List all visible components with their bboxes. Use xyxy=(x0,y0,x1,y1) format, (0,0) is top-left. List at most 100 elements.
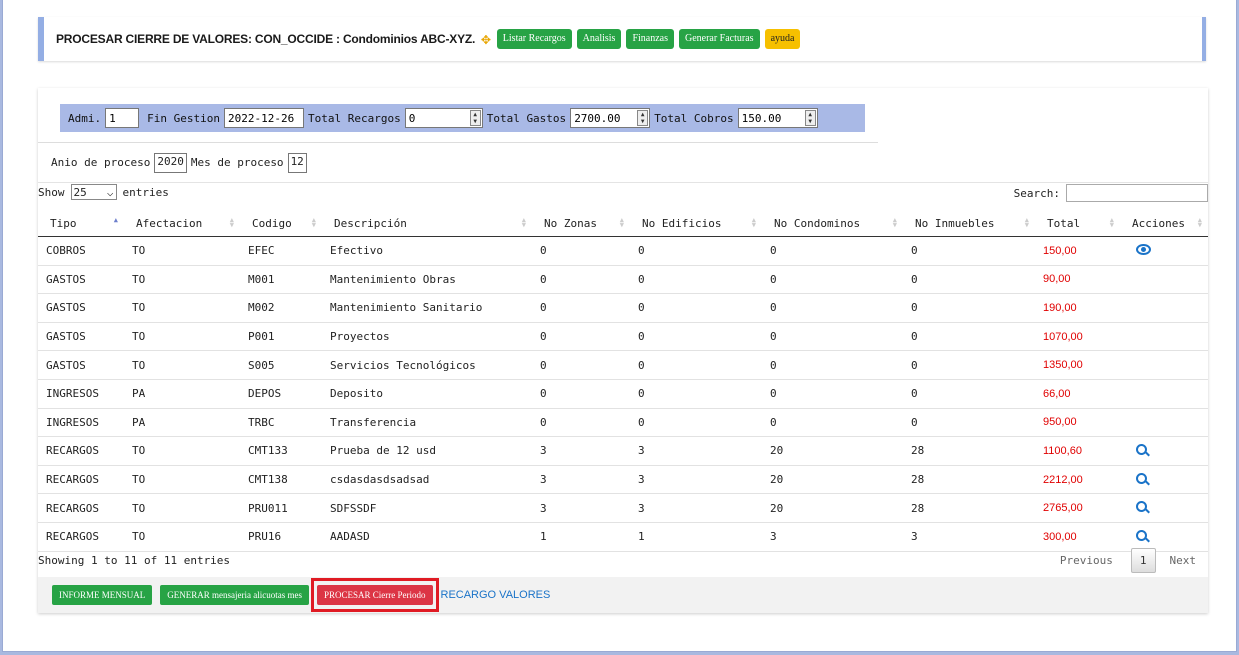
cell-no-edificios: 0 xyxy=(630,236,762,266)
cell-acciones xyxy=(1120,379,1208,409)
col-no-edificios[interactable]: No Edificios ▲ ▼ xyxy=(630,210,762,237)
eye-icon[interactable] xyxy=(1136,243,1151,255)
cell-no-condominos: 0 xyxy=(762,408,903,438)
pagination: Previous 1 Next xyxy=(1060,548,1196,573)
search-icon[interactable] xyxy=(1136,501,1147,513)
col-acciones[interactable]: Acciones ▲ ▼ xyxy=(1120,210,1208,237)
spin-arrows-icon[interactable]: ▲ ▼ xyxy=(637,110,649,126)
cell-afectacion: TO xyxy=(124,322,240,352)
cell-tipo: COBROS xyxy=(38,236,124,266)
search-icon[interactable] xyxy=(1136,529,1147,541)
cell-afectacion: TO xyxy=(124,265,240,295)
col-codigo[interactable]: Codigo ▲ ▼ xyxy=(240,210,322,237)
col-tipo[interactable]: Tipo ▲ xyxy=(38,210,124,237)
cell-no-inmuebles: 28 xyxy=(903,465,1035,495)
cell-total: 150,00 xyxy=(1035,236,1120,266)
cell-afectacion: TO xyxy=(124,493,240,523)
sort-asc-icon: ▲ xyxy=(113,216,118,224)
spin-arrows-icon[interactable]: ▲ ▼ xyxy=(469,110,481,126)
cell-tipo: RECARGOS xyxy=(38,493,124,523)
cell-no-zonas: 3 xyxy=(532,493,630,523)
entries-select[interactable]: 25 ⌵ xyxy=(70,184,117,200)
mes-input[interactable]: 12 xyxy=(287,152,307,173)
listar-recargos-button[interactable]: Listar Recargos xyxy=(496,29,572,49)
cell-codigo: M001 xyxy=(240,265,322,295)
cell-codigo: S005 xyxy=(240,350,322,380)
cell-acciones xyxy=(1120,293,1208,323)
recargo-valores-link[interactable]: RECARGO VALORES xyxy=(441,589,551,601)
sort-icon: ▲ ▼ xyxy=(1197,216,1202,229)
cell-no-zonas: 0 xyxy=(532,322,630,352)
cell-afectacion: TO xyxy=(124,236,240,266)
cell-no-zonas: 3 xyxy=(532,465,630,495)
col-no-inmuebles[interactable]: No Inmuebles ▲ ▼ xyxy=(903,210,1035,237)
cell-no-inmuebles: 28 xyxy=(903,436,1035,466)
search-icon[interactable] xyxy=(1136,472,1147,484)
search-input[interactable] xyxy=(1066,184,1208,202)
cell-acciones xyxy=(1120,465,1208,495)
col-descripcion[interactable]: Descripción ▲ ▼ xyxy=(322,210,532,237)
cell-descripcion: Proyectos xyxy=(322,322,532,352)
cell-descripcion: Transferencia xyxy=(322,408,532,438)
cell-no-condominos: 3 xyxy=(762,522,903,552)
cell-acciones xyxy=(1120,522,1208,552)
admi-input[interactable] xyxy=(105,108,140,128)
spin-arrows-icon[interactable]: ▲ ▼ xyxy=(804,110,816,126)
total-cobros-spinner[interactable]: ▲▼ xyxy=(737,108,818,128)
col-no-zonas[interactable]: No Zonas ▲ ▼ xyxy=(532,210,630,237)
page-1-button[interactable]: 1 xyxy=(1130,548,1156,573)
col-total[interactable]: Total ▲ ▼ xyxy=(1035,210,1120,237)
cell-no-inmuebles: 0 xyxy=(903,293,1035,323)
cell-tipo: GASTOS xyxy=(38,350,124,380)
analisis-button[interactable]: Analisis xyxy=(576,29,622,49)
cell-tipo: RECARGOS xyxy=(38,522,124,552)
cell-total: 66,00 xyxy=(1035,379,1120,409)
cell-total: 1070,00 xyxy=(1035,322,1120,352)
cell-total: 950,00 xyxy=(1035,408,1120,438)
cell-acciones xyxy=(1120,408,1208,438)
page-title: PROCESAR CIERRE DE VALORES: CON_OCCIDE :… xyxy=(56,32,476,46)
procesar-cierre-button[interactable]: PROCESAR Cierre Periodo xyxy=(316,585,433,605)
col-afectacion[interactable]: Afectacion ▲ ▼ xyxy=(124,210,240,237)
col-no-condominos[interactable]: No Condominos ▲ ▼ xyxy=(762,210,903,237)
cell-no-zonas: 3 xyxy=(532,436,630,466)
total-recargos-spinner[interactable]: ▲▼ xyxy=(404,108,483,128)
cell-no-condominos: 20 xyxy=(762,436,903,466)
page-frame: PROCESAR CIERRE DE VALORES: CON_OCCIDE :… xyxy=(2,0,1237,652)
cell-descripcion: Prueba de 12 usd xyxy=(322,436,532,466)
cell-no-condominos: 0 xyxy=(762,350,903,380)
cell-no-edificios: 0 xyxy=(630,379,762,409)
total-gastos-label: Total Gastos xyxy=(486,111,567,125)
cell-acciones xyxy=(1120,322,1208,352)
fin-gestion-input[interactable] xyxy=(223,108,304,128)
cell-total: 90,00 xyxy=(1035,265,1120,295)
cell-no-condominos: 0 xyxy=(762,236,903,266)
move-icon[interactable]: ✥ xyxy=(481,31,491,47)
total-gastos-spinner[interactable]: ▲▼ xyxy=(570,108,651,128)
search-icon[interactable] xyxy=(1136,443,1147,455)
cell-no-zonas: 0 xyxy=(532,350,630,380)
anio-input[interactable]: 2020 xyxy=(154,152,187,173)
cell-acciones xyxy=(1120,493,1208,523)
help-button[interactable]: ayuda xyxy=(764,29,801,49)
show-label: Show xyxy=(38,185,65,199)
cell-no-inmuebles: 0 xyxy=(903,236,1035,266)
cell-codigo: PRU16 xyxy=(240,522,322,552)
cell-no-edificios: 3 xyxy=(630,436,762,466)
sort-icon: ▲ ▼ xyxy=(892,216,897,229)
cell-descripcion: SDFSSDF xyxy=(322,493,532,523)
cell-no-condominos: 0 xyxy=(762,322,903,352)
generar-mensajeria-button[interactable]: GENERAR mensajeria alicuotas mes xyxy=(160,585,309,605)
informe-mensual-button[interactable]: INFORME MENSUAL xyxy=(52,585,153,605)
next-button[interactable]: Next xyxy=(1170,554,1197,567)
generar-facturas-button[interactable]: Generar Facturas xyxy=(678,29,760,49)
cell-no-edificios: 0 xyxy=(630,265,762,295)
cell-afectacion: TO xyxy=(124,436,240,466)
table-row: RECARGOS TO PRU011 SDFSSDF 3 3 20 28 2765,00 xyxy=(38,493,1208,523)
previous-button[interactable]: Previous xyxy=(1060,554,1113,567)
cell-tipo: GASTOS xyxy=(38,293,124,323)
cell-codigo: CMT138 xyxy=(240,465,322,495)
finanzas-button[interactable]: Finanzas xyxy=(626,29,674,49)
search-area: Search: xyxy=(1014,184,1208,202)
cell-no-edificios: 3 xyxy=(630,465,762,495)
